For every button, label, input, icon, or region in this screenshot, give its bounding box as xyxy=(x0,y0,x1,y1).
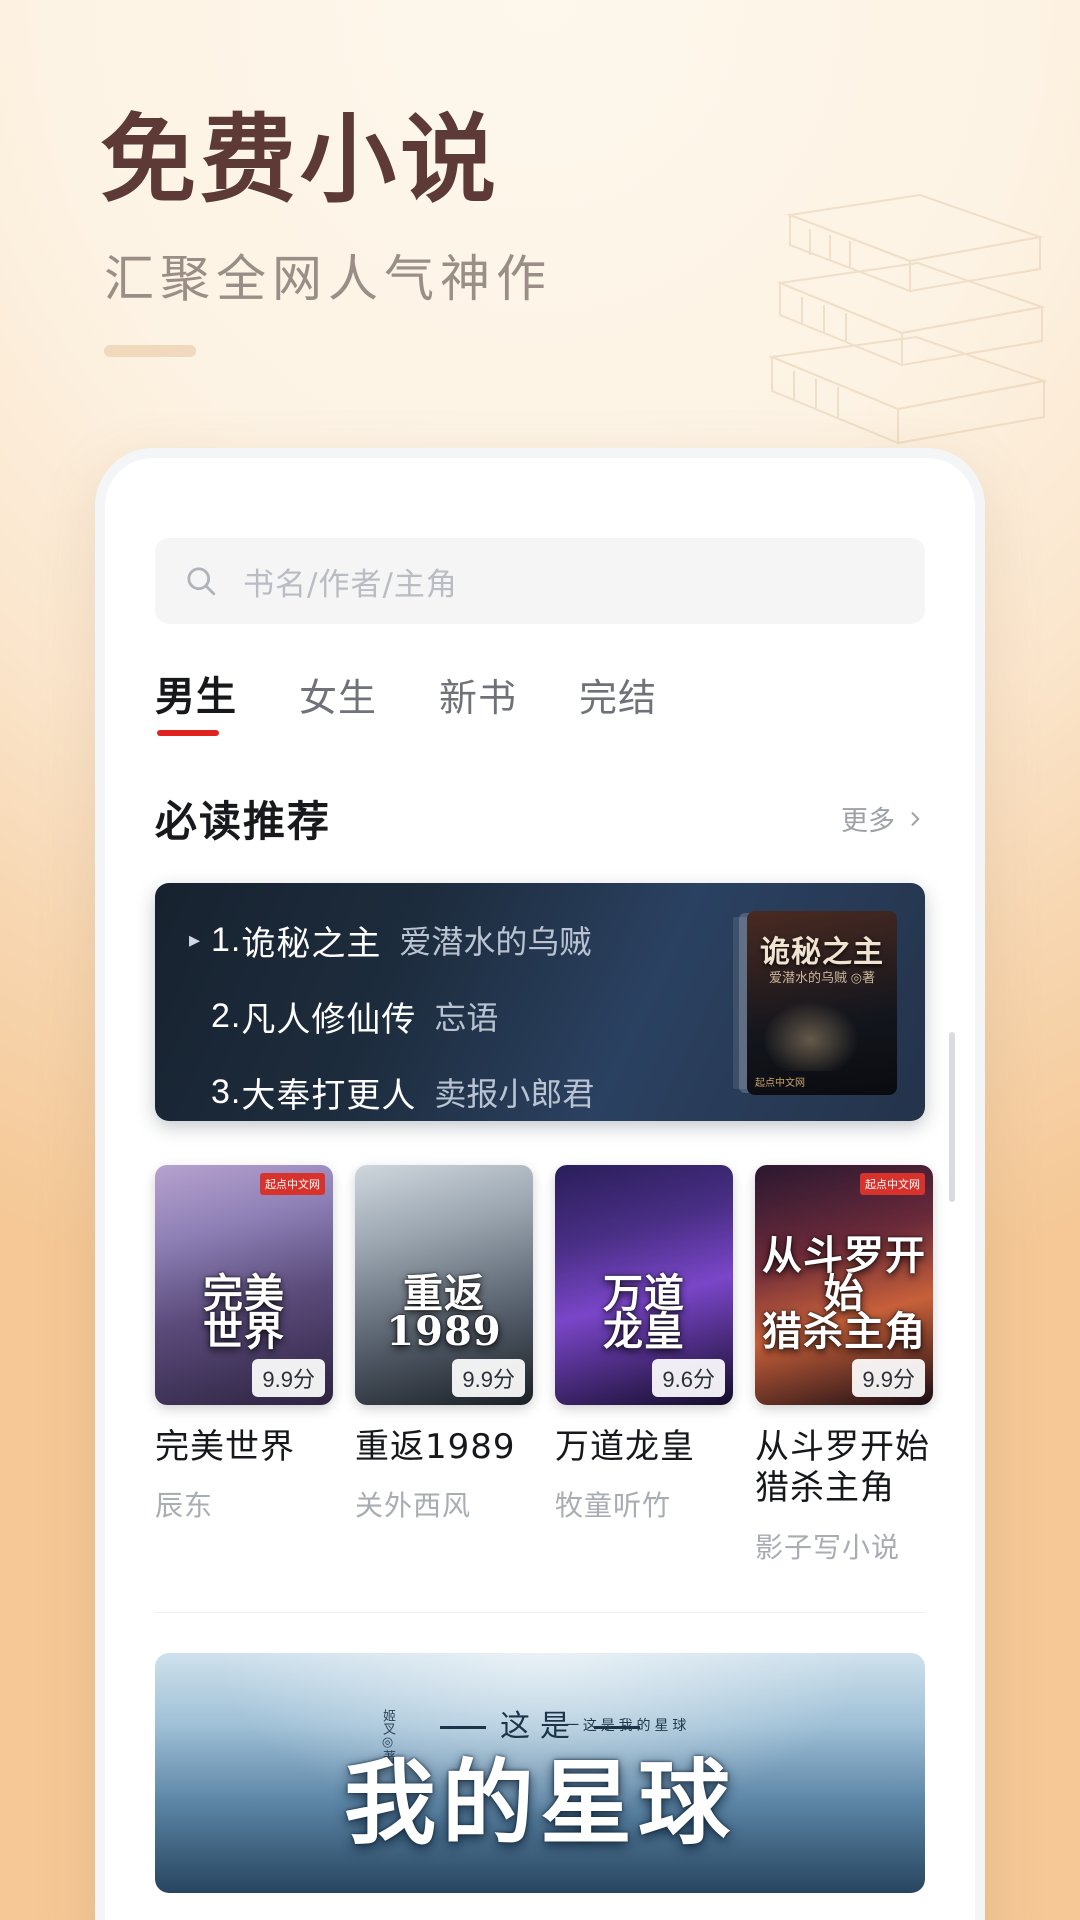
book-cover-title: 完美 世界 xyxy=(203,1270,285,1355)
section-divider xyxy=(155,1611,925,1613)
ranking-author: 爱潜水的乌贼 xyxy=(399,924,592,960)
tab-completed[interactable]: 完结 xyxy=(579,667,657,736)
book-grid: 起点中文网 完美 世界 9.9分 完美世界 辰东 重返 1989 9.9分 重返19… xyxy=(155,1165,933,1566)
ranking-cover[interactable]: 诡秘之主 爱潜水的乌贼 ◎著 起点中文网 xyxy=(747,911,897,1095)
hero-block: 免费小说 汇聚全网人气神作 xyxy=(100,103,860,357)
more-link[interactable]: 更多 xyxy=(841,799,925,838)
phone-mockup: 书名/作者/主角 男生 女生 新书 完结 必读推荐 更多 ▸ 1. 诡秘之主 爱… xyxy=(95,448,985,1920)
banner-top-label: 这是 xyxy=(155,1701,925,1745)
ranking-title: 大奉打更人 xyxy=(241,1076,417,1115)
book-cover-title: 从斗罗开始 猎杀主角 xyxy=(762,1232,926,1355)
section-title: 必读推荐 xyxy=(155,797,332,846)
book-card[interactable]: 起点中文网 从斗罗开始 猎杀主角 9.9分 从斗罗开始猎杀主角 影子写小说 xyxy=(755,1165,933,1566)
scrollbar[interactable] xyxy=(949,1032,955,1202)
phone-screen: 书名/作者/主角 男生 女生 新书 完结 必读推荐 更多 ▸ 1. 诡秘之主 爱… xyxy=(119,472,961,1920)
book-cover[interactable]: 万道 龙皇 9.6分 xyxy=(555,1165,733,1405)
search-icon xyxy=(187,567,216,596)
book-card[interactable]: 重返 1989 9.9分 重返1989 关外西风 xyxy=(355,1165,533,1566)
book-author: 影子写小说 xyxy=(755,1531,901,1563)
ranking-card[interactable]: ▸ 1. 诡秘之主 爱潜水的乌贼 2. 凡人修仙传 忘语 3. 大奉打更人 卖报… xyxy=(155,883,925,1121)
banner-mark: 一 这 是 我 的 星 球 xyxy=(565,1716,687,1733)
book-name: 完美世界 xyxy=(155,1427,295,1467)
ranking-row[interactable]: 3. 大奉打更人 卖报小郎君 xyxy=(189,1061,594,1121)
book-author: 辰东 xyxy=(155,1490,214,1522)
promo-page: 免费小说 汇聚全网人气神作 书名/作者/主角 男生 女生 新书 完结 必读推荐 … xyxy=(0,0,1080,1920)
ranking-list: ▸ 1. 诡秘之主 爱潜水的乌贼 2. 凡人修仙传 忘语 3. 大奉打更人 卖报… xyxy=(189,909,594,1121)
ranking-row[interactable]: 2. 凡人修仙传 忘语 xyxy=(189,985,594,1047)
ranking-cover-title: 诡秘之主 xyxy=(760,935,884,970)
page-title: 免费小说 xyxy=(100,103,500,216)
banner-rule-left xyxy=(440,1726,486,1730)
book-cover-title: 万道 龙皇 xyxy=(603,1270,685,1355)
book-name: 从斗罗开始猎杀主角 xyxy=(755,1427,930,1509)
book-cover[interactable]: 起点中文网 从斗罗开始 猎杀主角 9.9分 xyxy=(755,1165,933,1405)
more-label: 更多 xyxy=(841,806,895,836)
book-score: 9.6分 xyxy=(652,1359,725,1397)
ranking-title: 凡人修仙传 xyxy=(241,1000,417,1039)
tab-girls[interactable]: 女生 xyxy=(299,667,377,736)
tab-new[interactable]: 新书 xyxy=(439,667,517,736)
book-card[interactable]: 万道 龙皇 9.6分 万道龙皇 牧童听竹 xyxy=(555,1165,733,1566)
ranking-author: 忘语 xyxy=(434,1000,499,1036)
caret-icon: ▸ xyxy=(189,927,201,952)
search-placeholder: 书名/作者/主角 xyxy=(243,566,458,603)
ranking-cover-badge: 起点中文网 xyxy=(755,1078,805,1089)
ranking-row[interactable]: ▸ 1. 诡秘之主 爱潜水的乌贼 xyxy=(189,909,594,971)
tab-boys[interactable]: 男生 xyxy=(155,664,237,736)
book-cover[interactable]: 重返 1989 9.9分 xyxy=(355,1165,533,1405)
book-name: 万道龙皇 xyxy=(555,1427,695,1467)
ranking-rank: 2. xyxy=(211,996,242,1035)
book-score: 9.9分 xyxy=(452,1359,525,1397)
ranking-rank: 3. xyxy=(211,1072,242,1111)
book-score: 9.9分 xyxy=(252,1359,325,1397)
section-header: 必读推荐 更多 xyxy=(155,788,925,849)
book-author: 关外西风 xyxy=(355,1490,472,1522)
book-card[interactable]: 起点中文网 完美 世界 9.9分 完美世界 辰东 xyxy=(155,1165,333,1566)
book-cover-title: 重返 1989 xyxy=(386,1270,502,1355)
search-input[interactable]: 书名/作者/主角 xyxy=(155,538,925,624)
ranking-cover-subtitle: 爱潜水的乌贼 ◎著 xyxy=(769,970,875,985)
page-subtitle: 汇聚全网人气神作 xyxy=(104,249,552,308)
book-author: 牧童听竹 xyxy=(555,1490,672,1522)
ranking-title: 诡秘之主 xyxy=(241,924,382,963)
ranking-rank: 1. xyxy=(211,920,242,959)
banner-title: 我的星球 xyxy=(343,1748,736,1857)
category-tabs: 男生 女生 新书 完结 xyxy=(155,664,925,736)
hero-underline xyxy=(104,344,196,357)
publisher-logo: 起点中文网 xyxy=(260,1173,325,1195)
promo-banner[interactable]: 这是 姬叉◎著 一 这 是 我 的 星 球 我的星球 xyxy=(155,1652,925,1893)
chevron-right-icon xyxy=(911,811,920,826)
book-name: 重返1989 xyxy=(355,1427,516,1467)
book-cover[interactable]: 起点中文网 完美 世界 9.9分 xyxy=(155,1165,333,1405)
book-score: 9.9分 xyxy=(852,1359,925,1397)
publisher-logo: 起点中文网 xyxy=(860,1173,925,1195)
ranking-cover-art xyxy=(765,993,879,1071)
ranking-author: 卖报小郎君 xyxy=(434,1076,595,1112)
